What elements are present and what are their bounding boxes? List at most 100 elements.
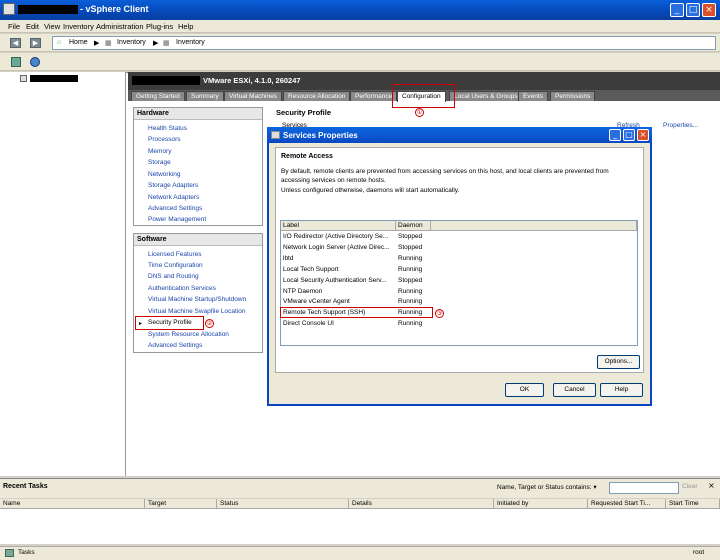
breadcrumb-inventory-2[interactable]: Inventory (176, 39, 205, 46)
breadcrumb-inventory[interactable]: Inventory (117, 39, 146, 46)
redacted-block (18, 5, 78, 14)
highlight-configuration (392, 84, 455, 108)
host-title: VMware ESXi, 4.1.0, 260247 (203, 76, 301, 85)
tab-virtual-machines[interactable]: Virtual Machines (224, 91, 282, 101)
forward-arrow-icon[interactable]: ▶ (30, 38, 41, 48)
link-licensed-features[interactable]: Licensed Features (148, 251, 201, 258)
service-daemon: Running (398, 298, 423, 305)
link-storage[interactable]: Storage (148, 159, 171, 166)
column-label[interactable]: Label (281, 221, 396, 231)
link-advanced-settings-sw[interactable]: Advanced Settings (148, 342, 202, 349)
menu-view[interactable]: View (44, 22, 60, 31)
app-icon (3, 3, 15, 15)
annotation-2: ② (205, 319, 214, 328)
menu-file[interactable]: File (8, 22, 20, 31)
dialog-title: Services Properties (283, 131, 358, 140)
help-button[interactable]: Help (600, 383, 643, 397)
tab-local-users[interactable]: Local Users & Groups (449, 91, 523, 101)
close-button[interactable]: × (702, 3, 716, 17)
clear-button[interactable]: Clear (682, 483, 698, 490)
service-label[interactable]: Local Security Authentication Serv... (283, 277, 395, 284)
dialog-icon (271, 131, 280, 139)
close-icon[interactable]: × (708, 481, 715, 490)
service-daemon: Stopped (398, 233, 423, 240)
link-vm-startup-shutdown[interactable]: Virtual Machine Startup/Shutdown (148, 296, 246, 303)
hardware-heading: Hardware (134, 108, 262, 120)
link-system-resource-allocation[interactable]: System Resource Allocation (148, 331, 229, 338)
remote-access-description: By default, remote clients are prevented… (281, 168, 609, 184)
tab-summary[interactable]: Summary (186, 91, 224, 101)
link-time-configuration[interactable]: Time Configuration (148, 262, 203, 269)
column-daemon[interactable]: Daemon (396, 221, 431, 231)
task-column-requested-start[interactable]: Requested Start Ti... (588, 499, 666, 509)
task-column-details[interactable]: Details (349, 499, 494, 509)
redacted-hostname (132, 76, 200, 85)
link-dns-routing[interactable]: DNS and Routing (148, 273, 199, 280)
link-networking[interactable]: Networking (148, 171, 181, 178)
dialog-close-button[interactable]: × (637, 129, 649, 141)
options-button[interactable]: Options... (597, 355, 640, 369)
breadcrumb-arrow-icon: ▶ (153, 40, 159, 47)
column-filler (431, 221, 637, 231)
menu-inventory[interactable]: Inventory (63, 22, 94, 31)
task-column-target[interactable]: Target (145, 499, 217, 509)
dialog-minimize-button[interactable]: _ (609, 129, 621, 141)
ok-button[interactable]: OK (505, 383, 544, 397)
tasks-icon (5, 549, 14, 557)
remote-access-heading: Remote Access (281, 153, 333, 160)
task-column-initiated-by[interactable]: Initiated by (494, 499, 588, 509)
minimize-button[interactable]: _ (670, 3, 684, 17)
current-user: root (693, 549, 705, 556)
link-network-adapters[interactable]: Network Adapters (148, 194, 199, 201)
breadcrumb-home[interactable]: Home (69, 39, 88, 46)
properties-link[interactable]: Properties... (663, 122, 698, 129)
menu-administration[interactable]: Administration (96, 22, 144, 31)
add-host-icon[interactable] (11, 57, 21, 67)
task-column-start-time[interactable]: Start Time (666, 499, 720, 509)
link-authentication-services[interactable]: Authentication Services (148, 285, 216, 292)
task-column-name[interactable]: Name (0, 499, 145, 509)
task-column-status[interactable]: Status (217, 499, 349, 509)
tab-permissions[interactable]: Permissions (550, 91, 596, 101)
menu-plugins[interactable]: Plug-ins (146, 22, 173, 31)
service-daemon: Stopped (398, 277, 423, 284)
highlight-ssh-row (280, 307, 433, 318)
new-vm-icon[interactable] (30, 57, 40, 67)
task-filter-input[interactable] (609, 482, 679, 494)
service-daemon: Running (398, 255, 423, 262)
link-power-management[interactable]: Power Management (148, 216, 206, 223)
service-label[interactable]: I/O Redirector (Active Directory Se... (283, 233, 395, 240)
service-label[interactable]: VMware vCenter Agent (283, 298, 395, 305)
back-arrow-icon[interactable]: ◀ (10, 38, 21, 48)
breadcrumb-arrow-icon: ▶ (94, 40, 100, 47)
security-profile-title: Security Profile (276, 108, 332, 117)
tasks-button[interactable]: Tasks (18, 549, 35, 556)
tab-performance[interactable]: Performance (350, 91, 398, 101)
inventory-tree (0, 72, 126, 476)
service-label[interactable]: NTP Daemon (283, 288, 395, 295)
tab-resource-allocation[interactable]: Resource Allocation (283, 91, 351, 101)
maximize-button[interactable]: □ (686, 3, 700, 17)
tab-getting-started[interactable]: Getting Started (131, 91, 185, 101)
cancel-button[interactable]: Cancel (553, 383, 596, 397)
service-label[interactable]: Local Tech Support (283, 266, 395, 273)
tab-events[interactable]: Events (518, 91, 548, 101)
service-label[interactable]: lbtd (283, 255, 395, 262)
service-label[interactable]: Network Login Server (Active Direc... (283, 244, 395, 251)
window-title: - vSphere Client (80, 4, 149, 14)
link-health-status[interactable]: Health Status (148, 125, 187, 132)
toolbar (0, 53, 720, 71)
link-memory[interactable]: Memory (148, 148, 171, 155)
menu-help[interactable]: Help (178, 22, 193, 31)
menu-edit[interactable]: Edit (26, 22, 39, 31)
link-vm-swapfile-location[interactable]: Virtual Machine Swapfile Location (148, 308, 245, 315)
link-storage-adapters[interactable]: Storage Adapters (148, 182, 198, 189)
redacted-host[interactable] (30, 75, 78, 82)
service-label[interactable]: Direct Console UI (283, 320, 395, 327)
link-advanced-settings-hw[interactable]: Advanced Settings (148, 205, 202, 212)
link-processors[interactable]: Processors (148, 136, 181, 143)
home-icon[interactable]: ⌂ (57, 39, 61, 46)
task-filter-label[interactable]: Name, Target or Status contains: ▾ (497, 483, 597, 491)
dialog-maximize-button[interactable]: □ (623, 129, 635, 141)
menu-bar: File Edit View Inventory Administration … (0, 20, 720, 33)
